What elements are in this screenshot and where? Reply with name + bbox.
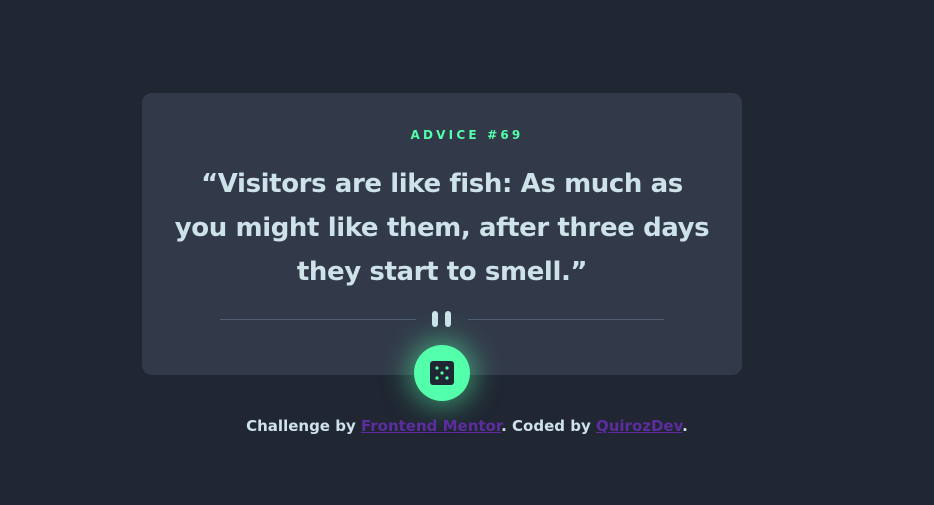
divider-line-left [220,319,416,320]
attribution-footer: Challenge by Frontend Mentor. Coded by Q… [0,417,934,435]
advice-number: ADVICE #69 [410,128,524,142]
advice-quote: “Visitors are like fish: As much as you … [174,169,710,287]
attribution-suffix: . [682,417,688,435]
attribution-middle: . Coded by [501,417,596,435]
generate-advice-button[interactable] [414,345,470,401]
attribution-prefix: Challenge by [246,417,361,435]
divider-line-right [468,319,664,320]
dice-icon [430,361,454,385]
frontend-mentor-link[interactable]: Frontend Mentor [361,417,501,435]
pause-divider-icon [445,311,451,327]
pause-divider-icon [432,311,438,327]
quirozdev-link[interactable]: QuirozDev [596,417,682,435]
